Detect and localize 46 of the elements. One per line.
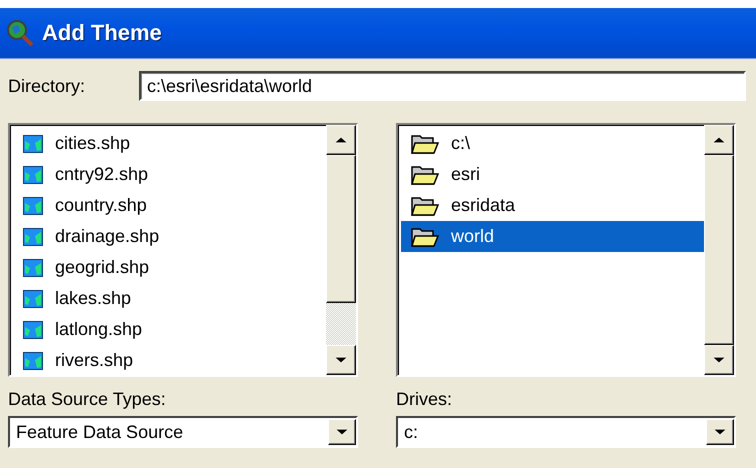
scroll-down-button[interactable] (704, 345, 734, 375)
map-layer-icon (23, 228, 43, 246)
scroll-up-button[interactable] (704, 125, 734, 155)
map-layer-icon (23, 166, 43, 184)
file-item[interactable]: country.shp (13, 190, 326, 221)
down-arrow-icon (711, 355, 727, 365)
file-item[interactable]: cntry92.shp (13, 159, 326, 190)
folder-icon (411, 164, 439, 186)
down-arrow-icon (333, 355, 349, 365)
down-arrow-icon (334, 427, 350, 437)
up-arrow-icon (711, 135, 727, 145)
scrollbar-thumb[interactable] (704, 155, 734, 345)
folder-item[interactable]: world (401, 221, 704, 252)
file-item[interactable]: cities.shp (13, 128, 326, 159)
directory-label: Directory: (8, 76, 86, 96)
map-layer-icon (23, 320, 43, 338)
map-layer-icon (23, 258, 43, 276)
window-title: Add Theme (42, 20, 162, 46)
data-source-types-label: Data Source Types: (8, 389, 167, 410)
scroll-up-button[interactable] (326, 125, 356, 155)
scrollbar-thumb[interactable] (326, 155, 356, 304)
map-layer-icon (23, 134, 43, 152)
map-layer-icon (23, 196, 43, 214)
directory-field[interactable]: c:\esri\esridata\world (139, 71, 746, 101)
map-layer-icon (23, 290, 43, 308)
folder-icon (411, 226, 439, 248)
drives-dropdown[interactable]: c: (396, 416, 736, 448)
file-item[interactable]: geogrid.shp (13, 252, 326, 283)
dropdown-button[interactable] (328, 419, 356, 445)
down-arrow-icon (712, 427, 728, 437)
folder-icon (411, 194, 439, 216)
data-source-types-dropdown[interactable]: Feature Data Source (8, 416, 358, 448)
folder-icon (411, 132, 439, 154)
up-arrow-icon (333, 135, 349, 145)
folder-item[interactable]: esridata (401, 190, 704, 221)
map-layer-icon (23, 352, 43, 370)
scroll-down-button[interactable] (326, 345, 356, 375)
folder-item[interactable]: c:\ (401, 128, 704, 159)
drives-label: Drives: (396, 389, 454, 410)
file-item[interactable]: latlong.shp (13, 314, 326, 345)
magnifier-globe-icon (6, 19, 34, 47)
file-item[interactable]: lakes.shp (13, 283, 326, 314)
dropdown-button[interactable] (706, 419, 734, 445)
file-item[interactable]: rivers.shp (13, 345, 326, 375)
file-item[interactable]: drainage.shp (13, 221, 326, 252)
folder-item[interactable]: esri (401, 159, 704, 190)
